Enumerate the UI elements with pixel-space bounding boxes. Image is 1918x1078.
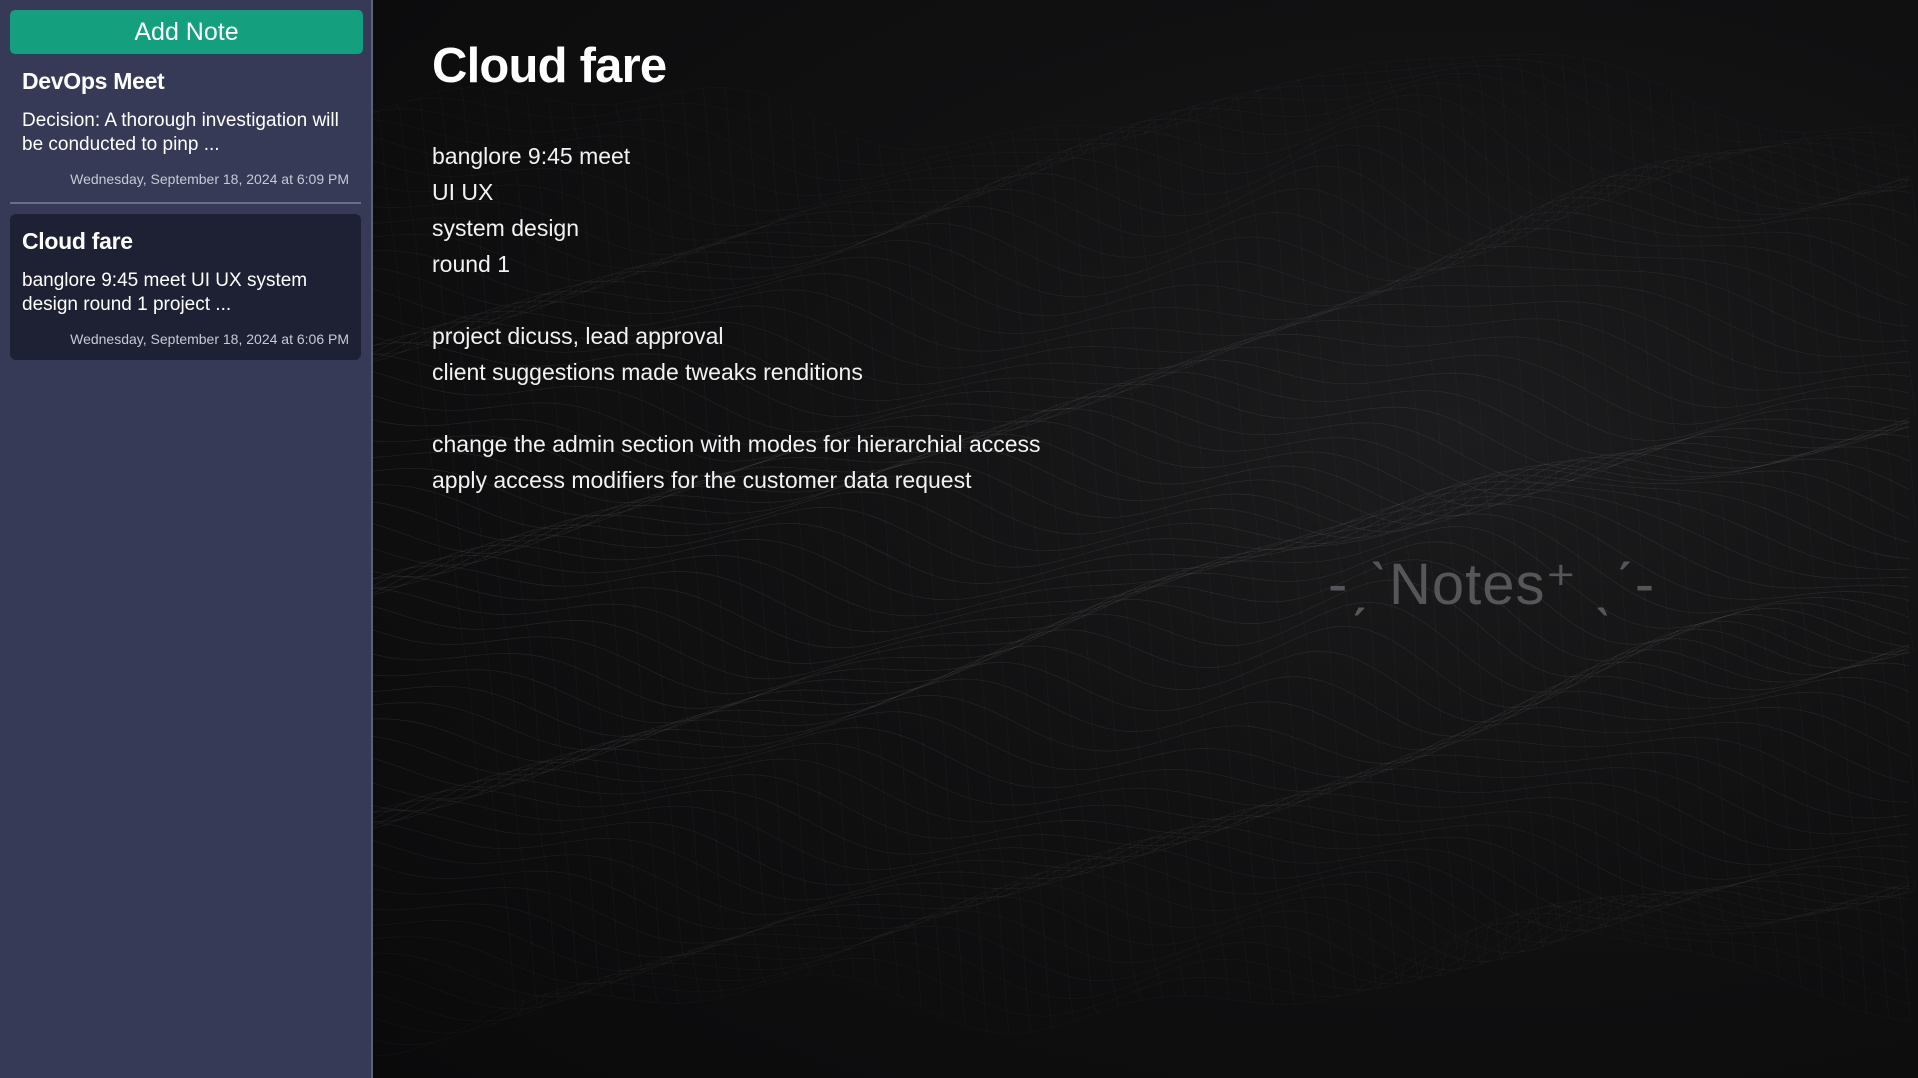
note-heading: Cloud fare bbox=[432, 39, 667, 93]
note-list-item-selected[interactable]: Cloud fare banglore 9:45 meet UI UX syst… bbox=[10, 214, 361, 360]
notes-app: Add Note DevOps Meet Decision: A thoroug… bbox=[0, 0, 1918, 1078]
note-date: Wednesday, September 18, 2024 at 6:06 PM bbox=[70, 331, 349, 347]
note-line: apply access modifiers for the customer … bbox=[432, 467, 972, 493]
note-title: DevOps Meet bbox=[22, 68, 165, 94]
note-date: Wednesday, September 18, 2024 at 6:09 PM bbox=[70, 171, 349, 187]
note-line: client suggestions made tweaks rendition… bbox=[432, 359, 863, 385]
note-line: round 1 bbox=[432, 251, 511, 277]
note-content[interactable]: Cloud fare banglore 9:45 meet UI UX system… bbox=[373, 0, 1918, 498]
note-title: Cloud fare bbox=[22, 228, 133, 254]
add-note-button[interactable]: Add Note bbox=[10, 10, 363, 54]
note-editor: Cloud fare banglore 9:45 meet UI UX system… bbox=[373, 0, 1918, 1078]
note-line: system design bbox=[432, 215, 580, 241]
note-preview: Decision: A thorough investigation will … bbox=[22, 110, 339, 155]
note-line: UI UX bbox=[432, 179, 494, 205]
note-preview: banglore 9:45 meet UI UX system design r… bbox=[22, 270, 308, 315]
note-list-item[interactable]: DevOps Meet Decision: A thorough investi… bbox=[10, 54, 361, 204]
note-body[interactable]: banglore 9:45 meet UI UX system design roun… bbox=[432, 138, 1918, 498]
sidebar: Add Note DevOps Meet Decision: A thoroug… bbox=[0, 0, 373, 1078]
note-line: change the admin section with modes for … bbox=[432, 431, 1041, 457]
notes-logo-watermark: -ˏˋNotes⁺ ˎˊ- bbox=[1328, 552, 1656, 617]
note-line: banglore 9:45 meet bbox=[432, 143, 631, 169]
note-line: project dicuss, lead approval bbox=[432, 323, 724, 349]
